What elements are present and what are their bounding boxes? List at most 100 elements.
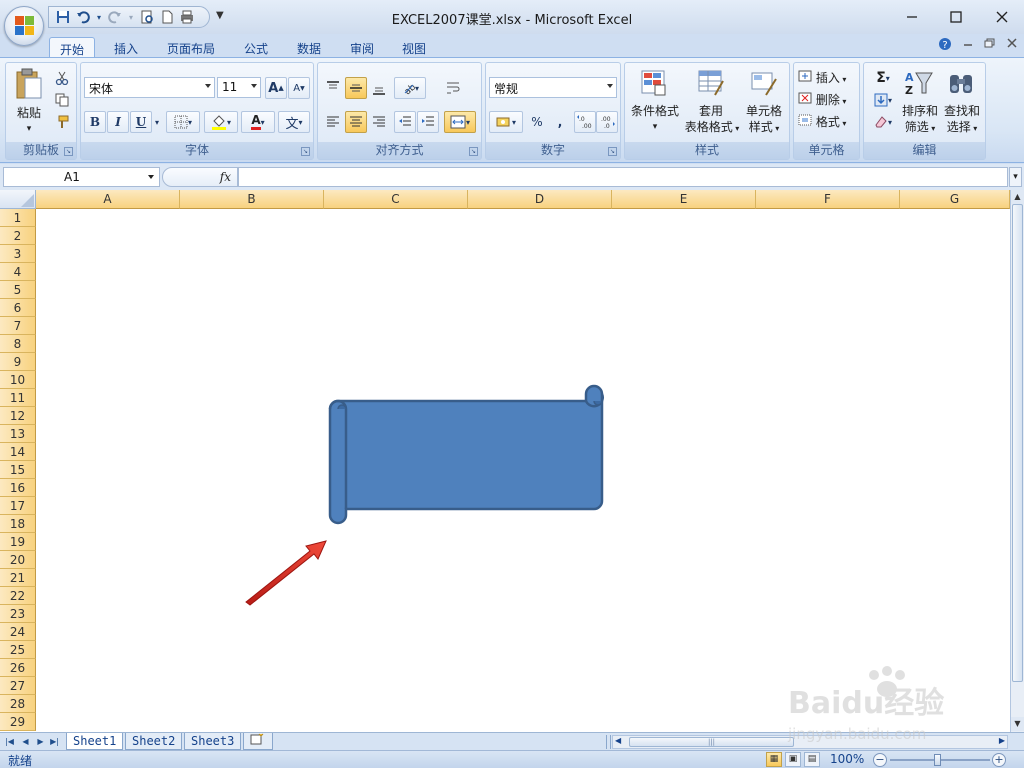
tab-view[interactable]: 视图 <box>392 37 436 58</box>
alignment-dialog-launcher-icon[interactable]: ↘ <box>469 147 478 156</box>
cells-area[interactable] <box>36 209 1010 732</box>
scroll-up-icon[interactable]: ▲ <box>1011 190 1024 204</box>
cell-styles-icon[interactable] <box>748 67 780 99</box>
chevron-down-icon[interactable] <box>148 175 154 179</box>
row-header-13[interactable]: 13 <box>0 425 36 443</box>
name-box[interactable]: A1 <box>3 167 160 187</box>
row-header-4[interactable]: 4 <box>0 263 36 281</box>
fill-color-button[interactable]: ▾ <box>204 111 238 133</box>
row-header-15[interactable]: 15 <box>0 461 36 479</box>
row-header-6[interactable]: 6 <box>0 299 36 317</box>
column-header-g[interactable]: G <box>900 190 1010 209</box>
zoom-level[interactable]: 100% <box>830 752 864 766</box>
row-header-10[interactable]: 10 <box>0 371 36 389</box>
row-header-28[interactable]: 28 <box>0 695 36 713</box>
row-header-24[interactable]: 24 <box>0 623 36 641</box>
maximize-icon[interactable] <box>936 4 976 30</box>
shrink-font-button[interactable]: A ▼ <box>288 77 310 99</box>
wrap-text-icon[interactable] <box>442 77 464 99</box>
column-header-f[interactable]: F <box>756 190 900 209</box>
tab-split-handle[interactable] <box>606 735 611 749</box>
row-header-25[interactable]: 25 <box>0 641 36 659</box>
find-select-label-1[interactable]: 查找和 <box>940 103 984 120</box>
find-select-label-2[interactable]: 选择 ▾ <box>940 119 984 137</box>
sort-filter-label-2[interactable]: 筛选 ▾ <box>898 119 942 137</box>
conditional-format-dropdown-icon[interactable]: ▾ <box>627 119 683 136</box>
row-header-29[interactable]: 29 <box>0 713 36 731</box>
font-name-combo[interactable]: 宋体 <box>84 77 215 98</box>
row-header-5[interactable]: 5 <box>0 281 36 299</box>
horizontal-scrollbar[interactable]: ◀ ||| ▶ <box>612 735 1008 749</box>
next-sheet-icon[interactable]: ▶ <box>35 735 46 748</box>
increase-decimal-button[interactable]: .0.00 <box>574 111 596 133</box>
minimize-icon[interactable] <box>892 4 932 30</box>
row-header-20[interactable]: 20 <box>0 551 36 569</box>
row-header-21[interactable]: 21 <box>0 569 36 587</box>
bold-button[interactable]: B <box>84 111 106 133</box>
scroll-down-icon[interactable]: ▼ <box>1011 717 1024 731</box>
cut-icon[interactable] <box>51 67 73 89</box>
borders-button[interactable]: ▾ <box>166 111 200 133</box>
phonetic-guide-button[interactable]: 文 ▾ <box>278 111 310 133</box>
sheet-tab-3[interactable]: Sheet3 <box>184 733 242 750</box>
column-header-b[interactable]: B <box>180 190 324 209</box>
insert-cells-button[interactable]: 插入 ▾ <box>798 69 846 86</box>
paste-dropdown-icon[interactable]: ▾ <box>12 121 46 138</box>
tab-insert[interactable]: 插入 <box>104 37 148 58</box>
zoom-out-icon[interactable]: − <box>873 753 887 767</box>
row-header-1[interactable]: 1 <box>0 209 36 227</box>
row-header-2[interactable]: 2 <box>0 227 36 245</box>
copy-icon[interactable] <box>51 89 73 111</box>
row-header-27[interactable]: 27 <box>0 677 36 695</box>
number-format-combo[interactable]: 常规 <box>489 77 617 98</box>
column-header-d[interactable]: D <box>468 190 612 209</box>
tab-home[interactable]: 开始 <box>49 37 96 58</box>
row-header-8[interactable]: 8 <box>0 335 36 353</box>
number-dialog-launcher-icon[interactable]: ↘ <box>608 147 617 156</box>
format-as-table-label-1[interactable]: 套用 <box>685 103 737 120</box>
format-as-table-label-2[interactable]: 表格格式 ▾ <box>681 119 743 137</box>
page-break-view-icon[interactable]: ▤ <box>804 752 820 767</box>
merge-center-button[interactable]: ▾ <box>444 111 476 133</box>
underline-button[interactable]: U <box>130 111 152 133</box>
office-button[interactable] <box>4 6 44 46</box>
paste-icon[interactable] <box>12 67 46 101</box>
tab-data[interactable]: 数据 <box>287 37 331 58</box>
zoom-slider-thumb[interactable] <box>934 754 941 766</box>
font-color-button[interactable]: A ▾ <box>241 111 275 133</box>
expand-formula-bar-icon[interactable]: ▾ <box>1009 167 1022 187</box>
row-header-23[interactable]: 23 <box>0 605 36 623</box>
fill-button[interactable]: ▾ <box>868 89 898 111</box>
workbook-minimize-icon[interactable] <box>962 37 974 54</box>
align-center-icon[interactable] <box>345 111 367 133</box>
tab-formulas[interactable]: 公式 <box>234 37 278 58</box>
row-header-12[interactable]: 12 <box>0 407 36 425</box>
italic-button[interactable]: I <box>107 111 129 133</box>
zoom-in-icon[interactable]: + <box>992 753 1006 767</box>
comma-style-button[interactable]: , <box>549 111 571 133</box>
align-right-icon[interactable] <box>368 111 390 133</box>
vertical-scroll-thumb[interactable] <box>1012 204 1023 682</box>
format-painter-icon[interactable] <box>51 111 73 133</box>
first-sheet-icon[interactable]: |◀ <box>4 735 15 748</box>
scroll-left-icon[interactable]: ◀ <box>615 736 621 745</box>
clipboard-dialog-launcher-icon[interactable]: ↘ <box>64 147 73 156</box>
select-all-button[interactable] <box>0 190 36 209</box>
align-middle-icon[interactable] <box>345 77 367 99</box>
formula-input[interactable] <box>238 167 1008 187</box>
increase-indent-icon[interactable] <box>417 111 439 133</box>
help-icon[interactable]: ? <box>938 37 952 54</box>
decrease-indent-icon[interactable] <box>394 111 416 133</box>
format-cells-button[interactable]: 格式 ▾ <box>798 113 846 130</box>
accounting-format-button[interactable]: ▾ <box>489 111 523 133</box>
column-header-a[interactable]: A <box>36 190 180 209</box>
column-header-c[interactable]: C <box>324 190 468 209</box>
row-header-26[interactable]: 26 <box>0 659 36 677</box>
row-header-3[interactable]: 3 <box>0 245 36 263</box>
row-header-11[interactable]: 11 <box>0 389 36 407</box>
autosum-button[interactable]: Σ ▾ <box>868 67 898 89</box>
column-header-e[interactable]: E <box>612 190 756 209</box>
row-header-19[interactable]: 19 <box>0 533 36 551</box>
format-as-table-icon[interactable] <box>695 67 727 99</box>
conditional-format-icon[interactable] <box>638 67 670 99</box>
